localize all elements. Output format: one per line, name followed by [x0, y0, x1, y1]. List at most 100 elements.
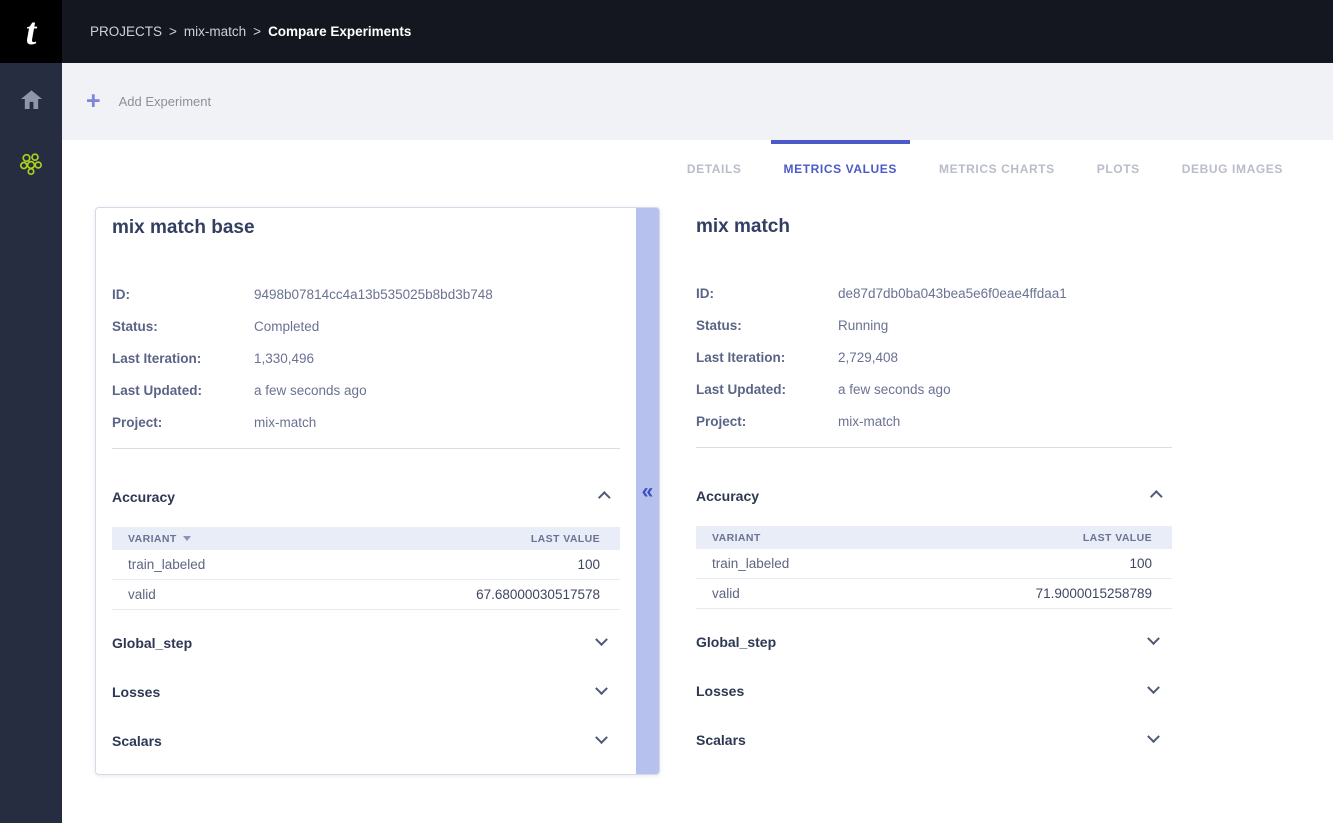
sidebar-item-projects[interactable]: [11, 149, 51, 183]
chevron-up-icon: [598, 491, 611, 504]
detail-label: Last Iteration:: [112, 351, 254, 366]
card-scrollbar[interactable]: «: [636, 208, 659, 774]
app-logo-letter: t: [26, 10, 37, 54]
sidebar: [0, 63, 62, 823]
detail-row: ID: 9498b07814cc4a13b535025b8bd3b748: [112, 278, 620, 310]
metric-name: Losses: [696, 683, 744, 699]
brain-icon: [18, 152, 44, 181]
table-row: train_labeled 100: [112, 550, 620, 580]
metrics-table-header: VARIANT LAST VALUE: [112, 527, 620, 550]
detail-label: Last Iteration:: [696, 350, 838, 365]
metric-section-toggle-global-step[interactable]: Global_step: [112, 618, 620, 667]
metric-name: Global_step: [696, 634, 776, 650]
top-bar: t PROJECTS > mix-match > Compare Experim…: [0, 0, 1333, 63]
experiment-details: ID: de87d7db0ba043bea5e6f0eae4ffdaa1 Sta…: [696, 277, 1172, 437]
detail-value: 9498b07814cc4a13b535025b8bd3b748: [254, 287, 493, 302]
breadcrumb-separator: >: [169, 24, 177, 39]
experiment-details: ID: 9498b07814cc4a13b535025b8bd3b748 Sta…: [112, 278, 620, 438]
toolbar: + Add Experiment: [62, 63, 1333, 140]
variant-cell: train_labeled: [712, 556, 789, 571]
last-value-cell: 100: [1129, 556, 1152, 571]
tab-debug-images[interactable]: DEBUG IMAGES: [1182, 140, 1283, 197]
detail-row: Last Iteration: 1,330,496: [112, 342, 620, 374]
chevron-down-icon: [1147, 681, 1160, 694]
variant-cell: valid: [128, 587, 156, 602]
detail-label: Project:: [112, 415, 254, 430]
detail-row: Project: mix-match: [112, 406, 620, 438]
detail-value: a few seconds ago: [254, 383, 367, 398]
variant-cell: valid: [712, 586, 740, 601]
metric-name: Scalars: [696, 732, 746, 748]
breadcrumb-separator: >: [253, 24, 261, 39]
detail-row: Last Updated: a few seconds ago: [112, 374, 620, 406]
metric-section-toggle-scalars[interactable]: Scalars: [696, 715, 1172, 764]
chevron-up-icon: [1150, 490, 1163, 503]
column-header-variant[interactable]: VARIANT: [128, 533, 191, 545]
tab-plots[interactable]: PLOTS: [1097, 140, 1140, 197]
detail-row: Status: Running: [696, 309, 1172, 341]
chevron-down-icon: [1147, 730, 1160, 743]
metric-section-toggle-scalars[interactable]: Scalars: [112, 716, 620, 765]
column-header-last-value[interactable]: LAST VALUE: [531, 533, 600, 545]
home-icon: [20, 89, 43, 115]
divider: [696, 447, 1172, 448]
detail-value: Completed: [254, 319, 319, 334]
add-experiment-button[interactable]: + Add Experiment: [86, 89, 211, 114]
chevron-down-icon: [595, 731, 608, 744]
metric-name: Losses: [112, 684, 160, 700]
last-value-cell: 71.9000015258789: [1036, 586, 1152, 601]
detail-row: Project: mix-match: [696, 405, 1172, 437]
tab-bar: DETAILS METRICS VALUES METRICS CHARTS PL…: [62, 140, 1333, 197]
detail-label: Last Updated:: [696, 382, 838, 397]
detail-label: Project:: [696, 414, 838, 429]
variant-cell: train_labeled: [128, 557, 205, 572]
experiment-title: mix match base: [112, 216, 620, 240]
app-logo[interactable]: t: [0, 0, 62, 63]
metric-section-toggle-losses[interactable]: Losses: [112, 667, 620, 716]
breadcrumb-item-current: Compare Experiments: [268, 24, 411, 39]
column-header-label: LAST VALUE: [1083, 532, 1152, 544]
divider: [112, 448, 620, 449]
breadcrumb: PROJECTS > mix-match > Compare Experimen…: [90, 24, 411, 39]
table-row: valid 67.68000030517578: [112, 580, 620, 610]
detail-label: Status:: [112, 319, 254, 334]
tab-details[interactable]: DETAILS: [687, 140, 742, 197]
plus-icon: +: [86, 89, 101, 114]
chevron-down-icon: [595, 633, 608, 646]
breadcrumb-item-project[interactable]: mix-match: [184, 24, 246, 39]
column-header-label: VARIANT: [712, 532, 761, 544]
breadcrumb-item-projects[interactable]: PROJECTS: [90, 24, 162, 39]
detail-value: a few seconds ago: [838, 382, 951, 397]
column-header-last-value[interactable]: LAST VALUE: [1083, 532, 1152, 544]
detail-label: ID:: [696, 286, 838, 301]
sort-desc-icon: [183, 536, 191, 541]
detail-label: Status:: [696, 318, 838, 333]
column-header-label: VARIANT: [128, 533, 177, 545]
chevron-down-icon: [595, 682, 608, 695]
last-value-cell: 67.68000030517578: [476, 587, 600, 602]
column-header-variant[interactable]: VARIANT: [712, 532, 761, 544]
detail-row: Last Updated: a few seconds ago: [696, 373, 1172, 405]
metric-section-toggle-accuracy[interactable]: Accuracy: [696, 482, 1172, 510]
chevron-down-icon: [1147, 632, 1160, 645]
table-row: train_labeled 100: [696, 549, 1172, 579]
last-value-cell: 100: [577, 557, 600, 572]
collapse-card-button[interactable]: «: [642, 481, 654, 502]
column-header-label: LAST VALUE: [531, 533, 600, 545]
detail-value: 1,330,496: [254, 351, 314, 366]
add-experiment-label: Add Experiment: [119, 94, 212, 109]
detail-value: mix-match: [838, 414, 900, 429]
metric-section-toggle-losses[interactable]: Losses: [696, 666, 1172, 715]
tab-metrics-charts[interactable]: METRICS CHARTS: [939, 140, 1055, 197]
tab-metrics-values[interactable]: METRICS VALUES: [784, 140, 898, 197]
experiment-card: mix match ID: de87d7db0ba043bea5e6f0eae4…: [680, 207, 1188, 775]
metrics-table-header: VARIANT LAST VALUE: [696, 526, 1172, 549]
experiment-card: mix match base ID: 9498b07814cc4a13b5350…: [95, 207, 660, 775]
metric-section-toggle-accuracy[interactable]: Accuracy: [112, 483, 620, 511]
detail-value: Running: [838, 318, 888, 333]
metric-name: Scalars: [112, 733, 162, 749]
detail-row: Status: Completed: [112, 310, 620, 342]
metric-section-toggle-global-step[interactable]: Global_step: [696, 617, 1172, 666]
detail-value: 2,729,408: [838, 350, 898, 365]
sidebar-item-home[interactable]: [11, 85, 51, 119]
